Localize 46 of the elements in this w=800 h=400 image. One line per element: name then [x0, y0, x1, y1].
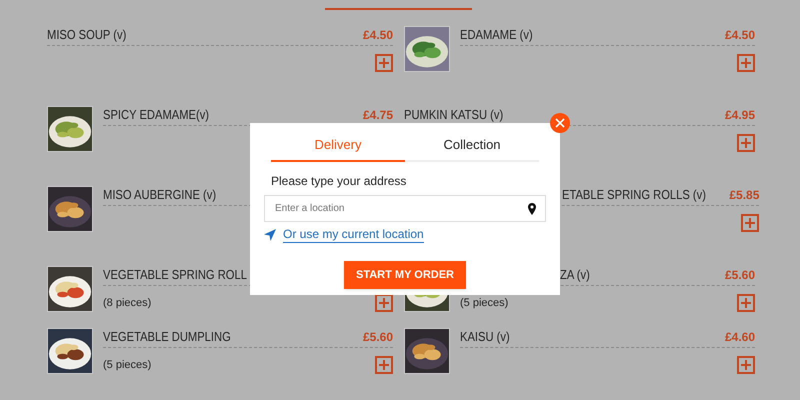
- address-field[interactable]: Enter a location: [264, 195, 546, 222]
- current-location-link[interactable]: Or use my current location: [283, 227, 424, 243]
- item-name: PUMKIN KATSU (v): [404, 106, 504, 124]
- item-price: £4.95: [724, 106, 755, 124]
- tab[interactable]: Delivery: [271, 130, 405, 162]
- item-description: (5 pieces): [460, 296, 508, 311]
- close-button[interactable]: [550, 113, 570, 133]
- plus-icon: [741, 138, 751, 148]
- item-name: SPICY EDAMAME(v): [103, 106, 210, 124]
- item-name: VEGETABLE DUMPLING: [103, 328, 231, 346]
- item-name: MISO AUBERGINE (v): [103, 186, 216, 204]
- item-name: KAISU (v): [460, 328, 510, 346]
- address-label: Please type your address: [271, 173, 408, 189]
- item-price: £5.85: [729, 186, 760, 204]
- start-order-button[interactable]: START MY ORDER: [344, 261, 466, 289]
- item-name: VEGETABLE SPRING ROLL: [103, 266, 247, 284]
- item-name: MISO SOUP (v): [47, 26, 126, 44]
- add-button[interactable]: [375, 356, 393, 374]
- plus-icon: [741, 298, 751, 308]
- item-price: £5.60: [724, 266, 755, 284]
- add-button[interactable]: [737, 54, 755, 72]
- plus-icon: [741, 58, 751, 68]
- item-price: £4.60: [724, 328, 755, 346]
- item-name: ZA (v): [560, 266, 590, 284]
- add-button[interactable]: [737, 134, 755, 152]
- plus-icon: [741, 360, 751, 370]
- plus-icon: [379, 58, 389, 68]
- add-button[interactable]: [375, 54, 393, 72]
- item-name: EDAMAME (v): [460, 26, 533, 44]
- item-name: ETABLE SPRING ROLLS (v): [562, 186, 706, 204]
- tab[interactable]: Collection: [405, 130, 539, 162]
- plus-icon: [379, 298, 389, 308]
- add-button[interactable]: [737, 294, 755, 312]
- item-description: (8 pieces): [103, 296, 152, 311]
- item-description: (5 pieces): [103, 358, 152, 373]
- item-price: £5.60: [362, 328, 393, 346]
- item-price: £4.50: [724, 26, 755, 44]
- item-price: £4.75: [362, 106, 393, 124]
- close-icon: [555, 118, 565, 128]
- location-pin-icon: [528, 203, 536, 215]
- navigation-arrow-icon: [264, 229, 276, 241]
- plus-icon: [745, 218, 756, 228]
- add-button[interactable]: [741, 214, 760, 232]
- plus-icon: [379, 360, 389, 370]
- add-button[interactable]: [737, 356, 755, 374]
- item-price: £4.50: [362, 26, 393, 44]
